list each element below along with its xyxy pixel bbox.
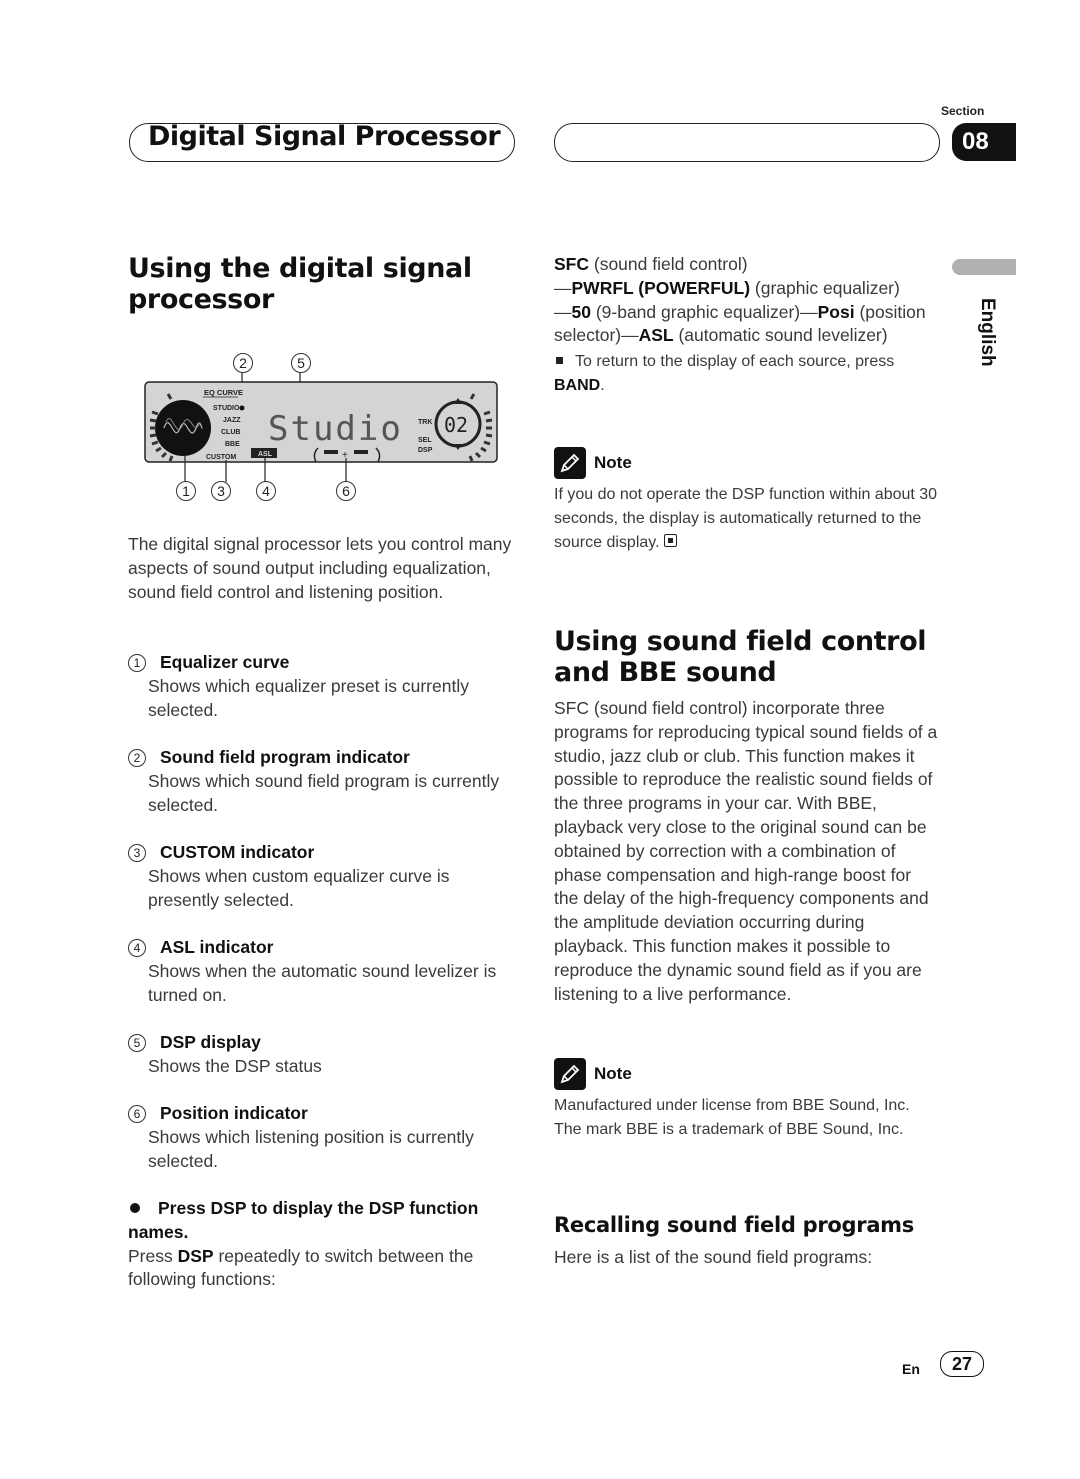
legend-title: Sound field program indicator xyxy=(160,747,410,767)
lcd-display-graphic: EQ CURVE STUDIO JAZZ CLUB BBE CUSTOM ASL… xyxy=(144,373,498,482)
section-heading-sfc: Using sound field control and BBE sound xyxy=(554,626,938,688)
page-number: 27 xyxy=(940,1351,984,1377)
legend-description: Shows which equalizer preset is currentl… xyxy=(148,675,469,720)
function-50: 50 xyxy=(571,301,591,322)
period: . xyxy=(600,377,605,395)
legend-description: Shows which listening position is curren… xyxy=(148,1126,474,1171)
legend-title: DSP display xyxy=(160,1032,261,1052)
legend-number: 4 xyxy=(128,939,146,957)
legend-item-5: 5 DSP display Shows the DSP status xyxy=(128,1031,508,1079)
program-bbe: BBE xyxy=(225,441,240,448)
legend-title: CUSTOM indicator xyxy=(160,842,315,862)
asl-label: ASL xyxy=(258,451,273,458)
legend-item-3: 3 CUSTOM indicator Shows when custom equa… xyxy=(128,841,508,912)
lcd-main-text: Studio xyxy=(268,409,403,449)
note-block-2: Note Manufactured under license from BBE… xyxy=(554,1058,938,1142)
function-desc: (9-band graphic equalizer) xyxy=(590,301,801,322)
legend-item-2: 2 Sound field program indicator Shows whi… xyxy=(128,746,508,817)
recall-paragraph: Here is a list of the sound field progra… xyxy=(554,1247,873,1267)
return-instruction: To return to the display of each source,… xyxy=(575,353,895,371)
dsp-function-list: SFC (sound field control) —PWRFL (POWERF… xyxy=(554,254,926,395)
note-text: Manufactured under license from BBE Soun… xyxy=(554,1097,910,1138)
dsp-step: Press DSP to display the DSP function na… xyxy=(128,1197,508,1292)
language-code: En xyxy=(902,1361,920,1377)
program-club: CLUB xyxy=(221,429,240,436)
legend-title: Equalizer curve xyxy=(160,652,290,672)
dsp-intro-paragraph: The digital signal processor lets you co… xyxy=(128,534,512,602)
legend-title: ASL indicator xyxy=(160,937,274,957)
section-heading-line1: Using the digital signal xyxy=(128,253,472,284)
section-label: Section xyxy=(941,104,985,118)
section-heading-line2: processor xyxy=(128,284,274,315)
function-asl: ASL xyxy=(638,325,674,346)
legend-number: 2 xyxy=(128,749,146,767)
callout-6: 6 xyxy=(336,481,356,501)
function-sfc: SFC xyxy=(554,254,589,274)
callout-2: 2 xyxy=(233,353,253,373)
function-pwrfl: PWRFL (POWERFUL) xyxy=(571,277,751,298)
bullet-icon xyxy=(130,1203,140,1214)
callout-1: 1 xyxy=(176,481,196,501)
step-text: Press xyxy=(128,1245,178,1266)
square-bullet-icon xyxy=(556,356,563,364)
legend-title: Position indicator xyxy=(160,1103,308,1123)
callout-3: 3 xyxy=(211,481,231,501)
svg-text:DSP: DSP xyxy=(418,447,433,454)
legend-description: Shows the DSP status xyxy=(148,1055,322,1076)
note-label: Note xyxy=(594,453,632,472)
eq-curve-label: EQ CURVE xyxy=(204,388,243,397)
header-blank-frame xyxy=(554,123,940,162)
program-studio: STUDIO xyxy=(213,405,240,412)
legend-item-4: 4 ASL indicator Shows when the automatic … xyxy=(128,936,508,1007)
program-jazz: JAZZ xyxy=(223,417,241,424)
legend-description: Shows when custom equalizer curve is pre… xyxy=(148,865,450,910)
section-heading-line1: Using sound field control xyxy=(554,626,927,657)
sfc-bbe-paragraph: SFC (sound field control) incorporate th… xyxy=(554,698,938,1004)
legend-item-1: 1 Equalizer curve Shows which equalizer p… xyxy=(128,651,508,722)
svg-text:SEL: SEL xyxy=(418,437,432,444)
function-posi: Posi xyxy=(817,301,855,322)
subheading-recall: Recalling sound field programs xyxy=(554,1213,914,1237)
end-mark-icon xyxy=(663,534,677,547)
legend-description: Shows which sound field program is curre… xyxy=(148,770,500,815)
legend-number: 3 xyxy=(128,844,146,862)
callout-5: 5 xyxy=(291,353,311,373)
chapter-title: Digital Signal Processor xyxy=(148,121,501,152)
step-title: Press DSP to display the DSP function na… xyxy=(128,1198,479,1242)
legend-number: 1 xyxy=(128,654,146,672)
section-number-badge: 08 xyxy=(952,123,1016,161)
band-key: BAND xyxy=(554,377,601,395)
legend-description: Shows when the automatic sound levelizer… xyxy=(148,960,497,1005)
function-desc: (sound field control) xyxy=(589,254,748,274)
legend-number: 5 xyxy=(128,1034,146,1052)
note-block-1: Note If you do not operate the DSP funct… xyxy=(554,447,938,555)
note-text: If you do not operate the DSP function w… xyxy=(554,486,938,551)
function-desc: (automatic sound levelizer) xyxy=(673,325,888,346)
legend-item-6: 6 Position indicator Shows which listenin… xyxy=(128,1102,508,1173)
function-desc: (graphic equalizer) xyxy=(750,277,900,298)
note-label: Note xyxy=(594,1064,632,1083)
track-number: 02 xyxy=(444,413,468,437)
language-label: English xyxy=(977,298,998,367)
svg-text:+: + xyxy=(342,450,348,461)
section-heading-line2: and BBE sound xyxy=(554,657,777,688)
section-heading-dsp: Using the digital signal processor xyxy=(128,253,508,315)
lcd-display-illustration: EQ CURVE STUDIO JAZZ CLUB BBE CUSTOM ASL… xyxy=(140,350,510,505)
language-tab-marker xyxy=(952,259,1016,275)
legend-number: 6 xyxy=(128,1105,146,1123)
pencil-note-icon xyxy=(554,447,586,479)
callout-4: 4 xyxy=(256,481,276,501)
custom-label: CUSTOM xyxy=(206,454,236,461)
step-key: DSP xyxy=(177,1245,214,1266)
pencil-note-icon xyxy=(554,1058,586,1090)
svg-text:TRK: TRK xyxy=(418,419,432,426)
